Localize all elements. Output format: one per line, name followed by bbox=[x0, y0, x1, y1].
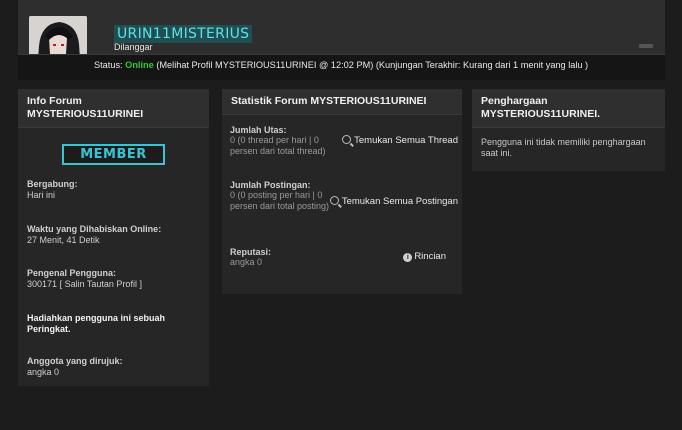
rank-block: Hadiahkan pengguna ini sebuah Peringkat. bbox=[27, 313, 199, 335]
posts-stat: Jumlah Postingan: 0 (0 posting per hari … bbox=[230, 180, 458, 212]
forum-info-panel: Info Forum MYSTERIOUS11URINEI MEMBER Ber… bbox=[18, 89, 209, 386]
forum-info-title: Info Forum MYSTERIOUS11URINEI bbox=[18, 89, 209, 128]
user-id-label: Pengenal Pengguna: bbox=[27, 268, 117, 278]
referred-value: angka 0 bbox=[27, 367, 60, 377]
posts-desc: 0 (0 posting per hari | 0 persen dari to… bbox=[230, 190, 330, 211]
online-status: Online bbox=[125, 60, 154, 70]
online-time-label: Waktu yang Dihabiskan Online: bbox=[27, 224, 162, 234]
user-id-block: Pengenal Pengguna: 300171 [ Salin Tautan… bbox=[27, 268, 142, 290]
user-id-value: 300171 bbox=[27, 279, 58, 289]
find-posts-link[interactable]: Temukan Semua Postingan bbox=[329, 196, 458, 207]
threads-label: Jumlah Utas: bbox=[230, 125, 287, 135]
awards-text: Pengguna ini tidak memiliki penghargaan … bbox=[481, 137, 646, 158]
search-icon bbox=[329, 196, 339, 205]
status-label: Status: bbox=[94, 60, 123, 70]
reputation-details-label: Rincian bbox=[414, 251, 446, 262]
reputation-stat: Reputasi: angka 0 i Rincian bbox=[230, 247, 458, 268]
posts-label: Jumlah Postingan: bbox=[230, 180, 311, 190]
reputation-value: angka 0 bbox=[230, 257, 263, 267]
threads-desc: 0 (0 thread per hari | 0 persen dari tot… bbox=[230, 135, 326, 156]
search-icon bbox=[342, 135, 352, 144]
online-time-block: Waktu yang Dihabiskan Online: 27 Menit, … bbox=[27, 224, 161, 246]
joined-label: Bergabung: bbox=[27, 179, 78, 189]
referred-label: Anggota yang dirujuk: bbox=[27, 356, 123, 366]
awards-panel: Penghargaan MYSTERIOUS11URINEI. Pengguna… bbox=[472, 89, 665, 171]
user-title: Dilanggar bbox=[114, 42, 153, 52]
username: URIN11MISTERIUS bbox=[114, 25, 253, 43]
reputation-details-link[interactable]: i Rincian bbox=[403, 251, 446, 262]
rank-bar bbox=[639, 44, 653, 48]
online-time-value: 27 Menit, 41 Detik bbox=[27, 235, 100, 245]
profile-header: URIN11MISTERIUS Dilanggar Status: Online… bbox=[18, 0, 665, 80]
joined-block: Bergabung: Hari ini bbox=[27, 179, 78, 201]
status-line: Status: Online (Melihat Profil MYSTERIOU… bbox=[94, 60, 588, 70]
find-threads-link[interactable]: Temukan Semua Thread bbox=[342, 135, 458, 146]
joined-value: Hari ini bbox=[27, 190, 56, 200]
copy-profile-link[interactable]: [ Salin Tautan Profil ] bbox=[60, 279, 142, 289]
member-badge: MEMBER bbox=[62, 144, 165, 165]
give-rank-link[interactable]: Hadiahkan pengguna ini sebuah Peringkat. bbox=[27, 313, 199, 335]
forum-stats-panel: Statistik Forum MYSTERIOUS11URINEI Jumla… bbox=[222, 89, 462, 294]
find-posts-label: Temukan Semua Postingan bbox=[341, 196, 458, 207]
status-detail: (Melihat Profil MYSTERIOUS11URINEI @ 12:… bbox=[156, 60, 589, 70]
awards-title: Penghargaan MYSTERIOUS11URINEI. bbox=[472, 89, 665, 128]
referred-block: Anggota yang dirujuk: angka 0 bbox=[27, 356, 123, 378]
find-threads-label: Temukan Semua Thread bbox=[354, 135, 458, 146]
info-icon: i bbox=[403, 253, 413, 262]
threads-stat: Jumlah Utas: 0 (0 thread per hari | 0 pe… bbox=[230, 125, 458, 157]
forum-stats-title: Statistik Forum MYSTERIOUS11URINEI bbox=[222, 89, 462, 115]
